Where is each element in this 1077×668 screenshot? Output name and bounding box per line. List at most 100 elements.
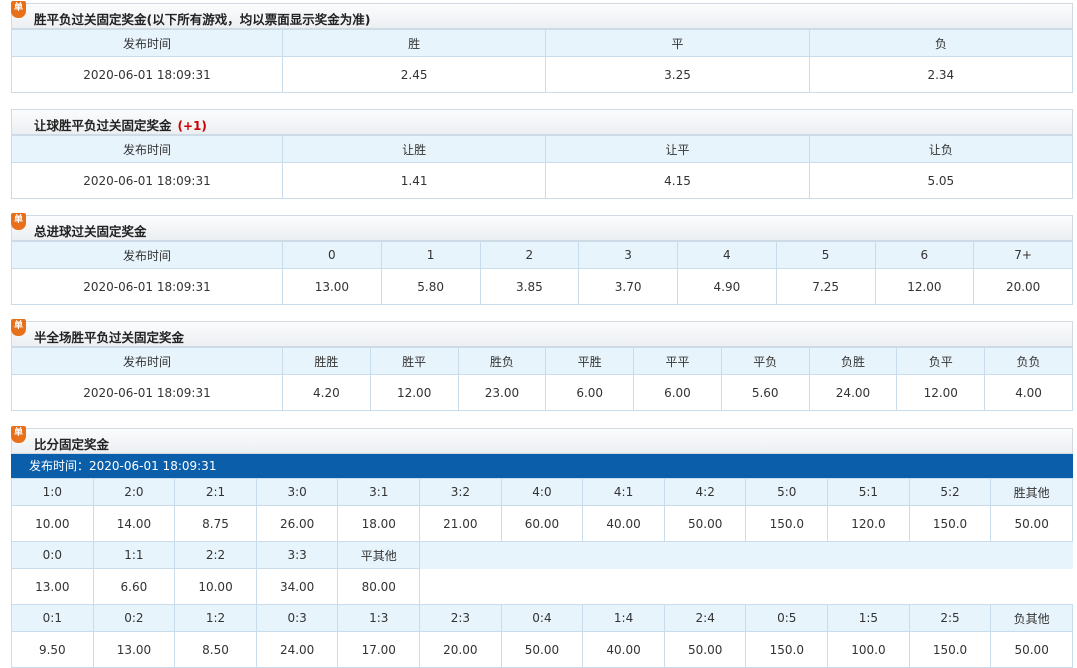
column-header: 2: [479, 241, 580, 269]
odds-cell: 8.50: [174, 631, 257, 668]
section-wdl: 单 胜平负过关固定奖金(以下所有游戏，均以票面显示奖金为准) 发布时间胜平负 2…: [11, 1, 1074, 93]
empty-cell: [582, 541, 665, 569]
odds-cell: 20.00: [419, 631, 502, 668]
single-badge-icon: 单: [11, 426, 26, 443]
score-header: 0:5: [745, 604, 829, 632]
odds-cell: 6.00: [545, 374, 635, 411]
empty-cell: [582, 568, 665, 605]
odds-cell: 5.80: [380, 268, 481, 305]
score-header: 胜其他: [990, 478, 1073, 506]
section-header: 单 比分固定奖金: [11, 426, 1073, 454]
odds-table: 发布时间 0 1 2 3 4 5 6 7+ 2020-06-01 18:09:31 13.00 5.…: [11, 241, 1073, 305]
score-header: 4:1: [582, 478, 665, 506]
score-header: 1:5: [827, 604, 910, 632]
column-header: 平: [545, 29, 810, 57]
column-header: 4: [677, 241, 777, 269]
odds-cell: 2020-06-01 18:09:31: [11, 56, 283, 93]
odds-cell: 21.00: [419, 505, 502, 542]
score-header: 2:4: [663, 604, 747, 632]
score-header: 1:3: [337, 604, 421, 632]
score-header: 5:2: [908, 478, 992, 506]
score-header: 2:1: [174, 478, 257, 506]
odds-table: 发布时间 让胜 让平 让负 2020-06-01 18:09:31 1.41 4.15 5.…: [11, 135, 1074, 199]
score-header: 1:2: [174, 604, 257, 632]
odds-cell: 3.85: [479, 268, 580, 305]
publish-time-bar: 发布时间：2020-06-01 18:09:31: [11, 454, 1073, 478]
column-header: 让胜: [281, 135, 547, 163]
odds-cell: 3.25: [545, 56, 810, 93]
empty-cell: [501, 568, 583, 605]
section-total-goals: 单 总进球过关固定奖金 发布时间 0 1 2 3 4 5 6 7+ 2020-06-01 18:…: [11, 213, 1073, 305]
score-header: 负其他: [990, 604, 1073, 632]
score-header: 0:3: [255, 604, 339, 632]
column-header: 发布时间: [11, 135, 283, 163]
column-header: 发布时间: [11, 241, 283, 269]
score-header: 3:3: [255, 541, 339, 569]
empty-cell: [501, 541, 583, 569]
empty-cell: [909, 568, 991, 605]
odds-cell: 24.00: [808, 374, 898, 411]
score-header: 0:0: [11, 541, 94, 569]
odds-cell: 13.00: [11, 568, 94, 605]
score-header: 0:2: [92, 604, 176, 632]
odds-cell: 4.15: [545, 162, 810, 199]
column-header: 负胜: [808, 347, 898, 375]
empty-cell: [990, 541, 1073, 569]
odds-cell: 150.0: [908, 505, 992, 542]
column-header: 平胜: [545, 347, 635, 375]
section-header: 让球胜平负过关固定奖金 (+1): [11, 109, 1073, 135]
odds-cell: 5.05: [808, 162, 1074, 199]
odds-cell: 50.00: [500, 631, 584, 668]
odds-cell: 4.20: [282, 374, 371, 411]
odds-cell: 50.00: [663, 505, 747, 542]
section-half-full: 单 半全场胜平负过关固定奖金 发布时间 胜胜 胜平 胜负 平胜 平平 平负 负胜 负平 负负 20…: [11, 319, 1073, 411]
odds-cell: 50.00: [990, 631, 1073, 668]
score-header: 1:4: [582, 604, 665, 632]
odds-cell: 4.90: [677, 268, 777, 305]
odds-cell: 2020-06-01 18:09:31: [11, 268, 283, 305]
column-header: 平平: [633, 347, 722, 375]
odds-cell: 8.75: [174, 505, 257, 542]
score-header: 3:0: [255, 478, 339, 506]
odds-cell: 120.0: [827, 505, 910, 542]
score-header: 2:0: [92, 478, 176, 506]
odds-cell: 7.25: [775, 268, 876, 305]
empty-cell: [745, 541, 828, 569]
odds-cell: 12.00: [369, 374, 459, 411]
section-title: 让球胜平负过关固定奖金 (+1): [34, 115, 207, 134]
section-title: 比分固定奖金: [34, 437, 110, 452]
odds-table: 发布时间胜平负 2020-06-01 18:09:31 2.45 3.25 2.34: [11, 29, 1074, 93]
empty-cell: [664, 568, 746, 605]
section-handicap-wdl: 让球胜平负过关固定奖金 (+1) 发布时间 让胜 让平 让负 2020-06-01 18…: [11, 109, 1074, 199]
score-header: 3:2: [419, 478, 502, 506]
odds-cell: 26.00: [255, 505, 339, 542]
odds-cell: 24.00: [255, 631, 339, 668]
odds-cell: 12.00: [874, 268, 975, 305]
odds-cell: 23.00: [457, 374, 547, 411]
single-badge-icon: 单: [11, 319, 26, 336]
score-header: 平其他: [337, 541, 421, 569]
odds-cell: 150.0: [745, 505, 829, 542]
score-header: 0:4: [500, 604, 584, 632]
odds-cell: 13.00: [282, 268, 382, 305]
odds-table: 发布时间 胜胜 胜平 胜负 平胜 平平 平负 负胜 负平 负负 2020-06-01 18:09:…: [11, 347, 1073, 411]
odds-cell: 50.00: [663, 631, 747, 668]
odds-cell: 20.00: [973, 268, 1073, 305]
column-header: 5: [775, 241, 876, 269]
column-header: 负: [808, 29, 1074, 57]
odds-cell: 10.00: [11, 505, 94, 542]
score-header: 0:1: [11, 604, 94, 632]
column-header: 7+: [973, 241, 1073, 269]
column-header: 胜平: [369, 347, 459, 375]
odds-cell: 1.41: [281, 162, 547, 199]
odds-cell: 2.45: [281, 56, 547, 93]
section-title: 总进球过关固定奖金: [34, 224, 147, 239]
column-header: 负负: [984, 347, 1073, 375]
section-title-text: 让球胜平负过关固定奖金: [34, 118, 172, 133]
score-odds-table: 1:0 2:0 2:1 3:0 3:1 3:2 4:0 4:1 4:2 5:0 5:1 5:2 胜其他 …: [11, 478, 1073, 668]
empty-cell: [909, 541, 991, 569]
odds-cell: 50.00: [990, 505, 1073, 542]
odds-cell: 34.00: [255, 568, 339, 605]
odds-cell: 6.60: [92, 568, 176, 605]
column-header: 胜胜: [282, 347, 371, 375]
